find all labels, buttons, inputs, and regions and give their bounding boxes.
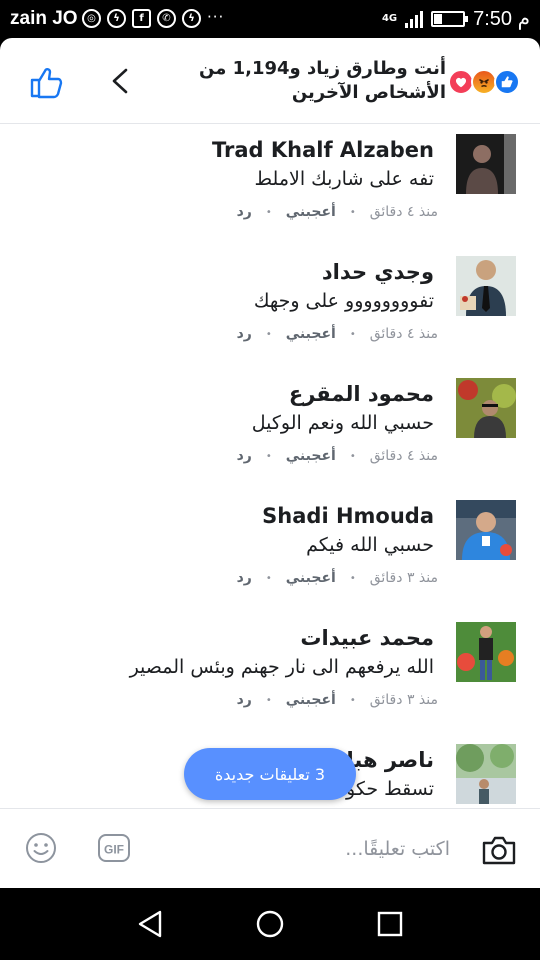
notification-icons: ◎ ϟ f ✆ ϟ ···	[82, 9, 224, 28]
avatar[interactable]	[456, 378, 516, 438]
new-comments-button[interactable]: 3 تعليقات جديدة	[184, 748, 356, 800]
like-comment-button[interactable]: أعجبني	[286, 326, 336, 342]
comment-meta: منذ ٤ دقائق • أعجبني • رد	[236, 204, 438, 220]
comment-item: محمد عبيدات الله يرفعهم الى نار جهنم وبئ…	[0, 612, 540, 734]
comment-item: Trad Khalf Alzaben تفه على شاربك الاملط …	[0, 124, 540, 246]
comment-item: محمود المقرع حسبي الله ونعم الوكيل منذ ٤…	[0, 368, 540, 490]
like-comment-button[interactable]: أعجبني	[286, 570, 336, 586]
comment-text: حسبي الله ونعم الوكيل	[251, 412, 434, 434]
comment-meta: منذ ٣ دقائق • أعجبني • رد	[236, 692, 438, 708]
messenger-icon: ϟ	[107, 9, 126, 28]
system-nav-bar	[0, 888, 540, 960]
reaction-icons	[448, 69, 520, 95]
comments-sheet: أنت وطارق زياد و1,194 من الأشخاص الآخرين…	[0, 38, 540, 888]
avatar[interactable]	[456, 622, 516, 682]
signal-icon	[405, 10, 424, 28]
comment-time: منذ ٣ دقائق	[369, 570, 438, 586]
comment-meta: منذ ٤ دقائق • أعجبني • رد	[236, 326, 438, 342]
comment-input[interactable]	[210, 833, 450, 865]
comment-text: تفوووووووو على وجهك	[253, 290, 434, 312]
home-circle-icon[interactable]	[254, 908, 286, 940]
comment-author[interactable]: Shadi Hmouda	[262, 504, 434, 528]
comment-author[interactable]: وجدي حداد	[322, 260, 434, 284]
reply-button[interactable]: رد	[237, 692, 252, 708]
facebook-icon: f	[132, 9, 151, 28]
camera-icon[interactable]	[480, 831, 518, 867]
avatar[interactable]	[456, 500, 516, 560]
network-type: 4G	[381, 13, 398, 24]
comment-time: منذ ٤ دقائق	[369, 204, 438, 220]
status-bar: zain JO ◎ ϟ f ✆ ϟ ··· 4G 7:50 م	[0, 0, 540, 38]
avatar[interactable]	[456, 134, 516, 194]
carrier-label: zain JO	[10, 8, 78, 29]
reply-button[interactable]: رد	[237, 448, 252, 464]
reply-button[interactable]: رد	[237, 204, 252, 220]
battery-icon	[431, 10, 469, 27]
like-reaction-icon	[494, 69, 520, 95]
comment-time: منذ ٤ دقائق	[369, 326, 438, 342]
comment-text: حسبي الله فيكم	[306, 534, 434, 556]
gif-icon[interactable]: GIF	[97, 833, 131, 863]
comment-author[interactable]: محمود المقرع	[289, 382, 434, 406]
like-icon[interactable]	[28, 64, 64, 100]
avatar[interactable]	[456, 256, 516, 316]
back-triangle-icon[interactable]	[134, 908, 166, 940]
comment-item: وجدي حداد تفوووووووو على وجهك منذ ٤ دقائ…	[0, 246, 540, 368]
comment-time: منذ ٤ دقائق	[369, 448, 438, 464]
comment-item: Shadi Hmouda حسبي الله فيكم منذ ٣ دقائق …	[0, 490, 540, 612]
like-comment-button[interactable]: أعجبني	[286, 448, 336, 464]
whatsapp-icon: ✆	[157, 9, 176, 28]
comment-time: منذ ٣ دقائق	[369, 692, 438, 708]
like-comment-button[interactable]: أعجبني	[286, 204, 336, 220]
reply-button[interactable]: رد	[237, 570, 252, 586]
like-comment-button[interactable]: أعجبني	[286, 692, 336, 708]
recents-square-icon[interactable]	[374, 908, 406, 940]
avatar[interactable]	[456, 744, 516, 804]
reply-button[interactable]: رد	[237, 326, 252, 342]
messenger-icon: ϟ	[182, 9, 201, 28]
comment-meta: منذ ٤ دقائق • أعجبني • رد	[236, 448, 438, 464]
emoji-icon[interactable]	[24, 831, 58, 865]
comment-text: الله يرفعهم الى نار جهنم وبئس المصير	[129, 656, 434, 678]
location-icon: ◎	[82, 9, 101, 28]
comment-author[interactable]: محمد عبيدات	[300, 626, 434, 650]
reactions-summary[interactable]: أنت وطارق زياد و1,194 من الأشخاص الآخرين	[126, 57, 446, 105]
comments-list[interactable]: Trad Khalf Alzaben تفه على شاربك الاملط …	[0, 124, 540, 808]
comment-meta: منذ ٣ دقائق • أعجبني • رد	[236, 570, 438, 586]
comment-text: تفه على شاربك الاملط	[254, 168, 434, 190]
reactions-header: أنت وطارق زياد و1,194 من الأشخاص الآخرين	[0, 38, 540, 124]
clock: 7:50 م	[473, 8, 530, 30]
comment-composer: GIF	[0, 808, 540, 888]
more-dots-icon: ···	[207, 8, 225, 26]
comment-author[interactable]: Trad Khalf Alzaben	[212, 138, 434, 162]
gif-label: GIF	[104, 843, 124, 857]
